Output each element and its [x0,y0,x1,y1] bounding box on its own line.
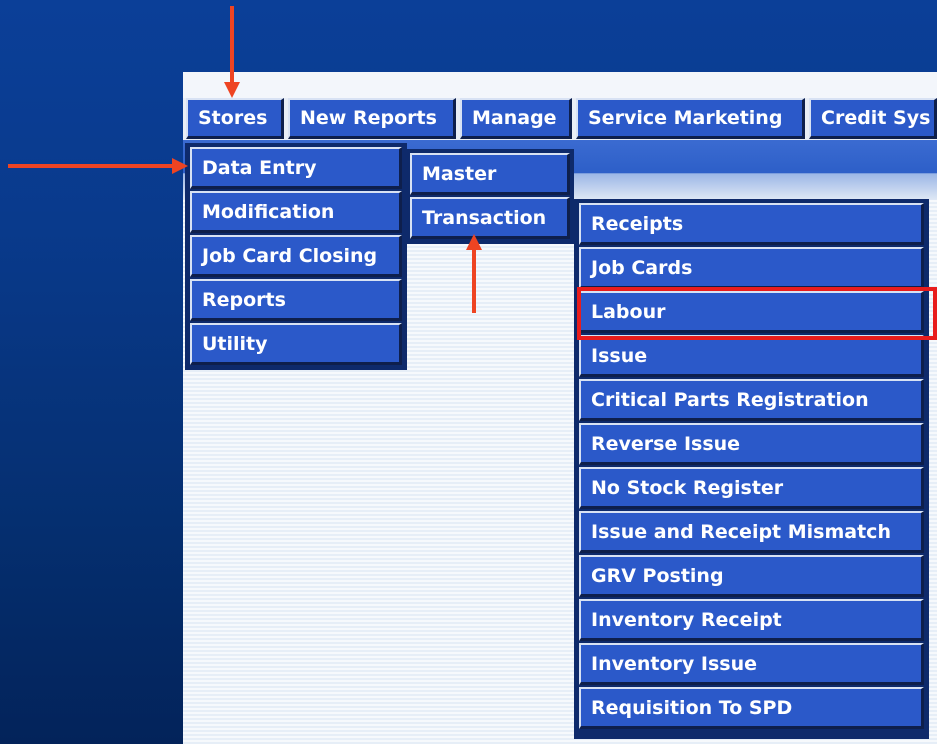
menu-service-marketing[interactable]: Service Marketing [576,98,805,139]
labour-highlight-box [577,287,937,340]
menu-item-job-card-closing[interactable]: Job Card Closing [190,235,402,277]
menu-item-utility[interactable]: Utility [190,323,402,365]
menu-stores[interactable]: Stores [186,98,284,139]
annotation-arrow-stores-shaft [230,6,234,84]
menu-item-master[interactable]: Master [410,153,570,195]
menu-item-job-cards[interactable]: Job Cards [579,247,924,289]
menu-item-issue-receipt-mismatch[interactable]: Issue and Receipt Mismatch [579,511,924,553]
menu-item-reports[interactable]: Reports [190,279,402,321]
annotation-arrow-transaction-head [466,234,482,250]
menu-item-modification[interactable]: Modification [190,191,402,233]
menu-item-receipts[interactable]: Receipts [579,203,924,245]
annotation-arrow-data-entry-head [172,158,188,174]
menu-item-issue[interactable]: Issue [579,335,924,377]
menu-item-inventory-issue[interactable]: Inventory Issue [579,643,924,685]
menu-new-reports[interactable]: New Reports [288,98,456,139]
menu-item-data-entry[interactable]: Data Entry [190,147,402,189]
annotation-arrow-transaction-shaft [472,248,476,313]
window-top-band [183,72,937,98]
annotation-arrow-data-entry-shaft [8,164,174,168]
menu-manage[interactable]: Manage [460,98,572,139]
menu-item-transaction[interactable]: Transaction [410,197,570,239]
menu-item-critical-parts-registration[interactable]: Critical Parts Registration [579,379,924,421]
menu-credit-system[interactable]: Credit Sys [809,98,937,139]
menu-item-requisition-to-spd[interactable]: Requisition To SPD [579,687,924,729]
annotation-arrow-stores-head [224,82,240,98]
menu-item-inventory-receipt[interactable]: Inventory Receipt [579,599,924,641]
menu-item-no-stock-register[interactable]: No Stock Register [579,467,924,509]
menu-item-reverse-issue[interactable]: Reverse Issue [579,423,924,465]
menu-item-grv-posting[interactable]: GRV Posting [579,555,924,597]
